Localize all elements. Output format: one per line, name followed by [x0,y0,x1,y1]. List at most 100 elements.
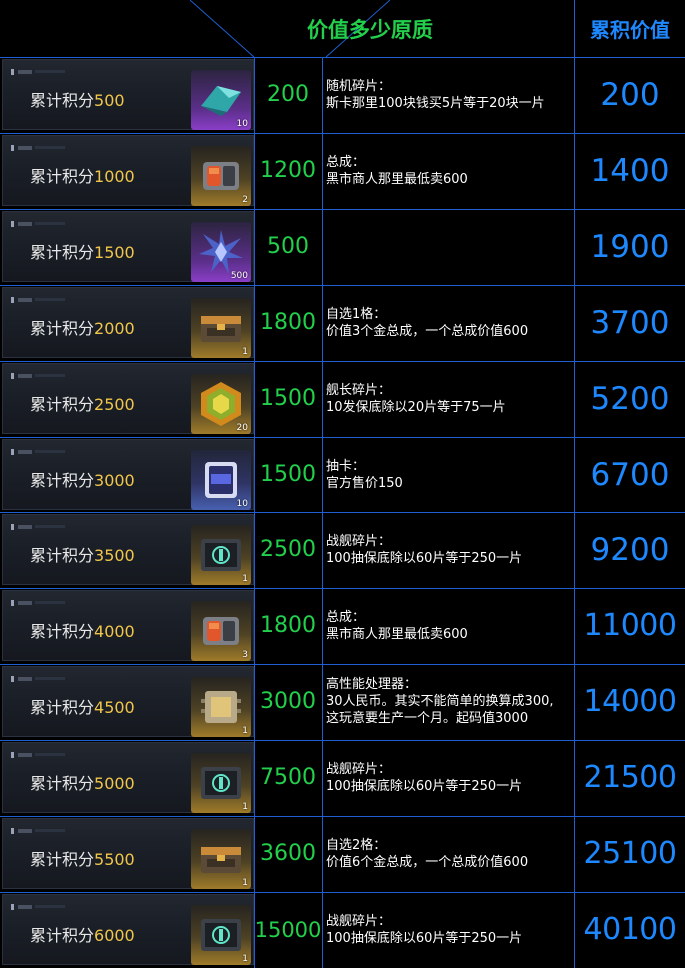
table-row: 累计积分5000 1 7500 战舰碎片： 100抽保底除以60片等于250一片… [0,740,685,815]
tier-marker [11,524,14,530]
reward-item[interactable]: 3 [191,601,251,661]
tier-marker [18,450,32,454]
value-cell: 3000 [260,689,316,714]
reward-tier-panel: 累计积分3500 1 [2,514,254,585]
tier-marker [18,905,32,909]
table-row: 累计积分1000 2 1200 总成： 黑市商人那里最低卖600 1400 [0,133,685,208]
reward-item[interactable]: 10 [191,450,251,510]
tier-points: 3000 [94,471,135,490]
reward-tier-panel: 累计积分4500 1 [2,666,254,737]
tier-label-text: 累计积分 [30,471,95,490]
tier-label: 累计积分1500 [30,239,135,263]
tier-label-text: 累计积分 [30,167,95,186]
note-line: 100抽保底除以60片等于250一片 [326,550,523,566]
tier-marker [11,828,14,834]
reward-tier-panel: 累计积分2000 1 [2,287,254,358]
tier-points: 4500 [94,698,135,717]
row-divider [0,285,685,286]
reward-item[interactable]: 2 [191,146,251,206]
note-cell: 随机碎片： 斯卡那里100块钱买5片等于20块一片 [326,57,574,132]
reward-item[interactable]: 1 [191,298,251,358]
value-cell: 15000 [254,917,322,942]
tier-points: 4000 [94,622,135,641]
tier-label: 累计积分5500 [30,846,135,870]
tier-marker [11,373,14,379]
header-cumulative-title: 累积价值 [575,0,685,57]
item-count: 1 [242,347,248,357]
cumulative-cell: 3700 [590,304,670,341]
tier-marker [11,69,14,75]
item-count: 1 [242,878,248,888]
note-cell: 自选1格： 价值3个金总成，一个总成价值600 [326,285,574,360]
note-title: 总成： [326,154,366,170]
tier-points: 1500 [94,243,135,262]
reward-tier-panel: 累计积分2500 20 [2,363,254,434]
cumulative-cell: 11000 [583,608,677,643]
tier-label-text: 累计积分 [30,622,95,641]
note-line: 10发保底除以20片等于75一片 [326,399,506,415]
tier-label: 累计积分500 [30,87,125,111]
note-cell: 总成： 黑市商人那里最低卖600 [326,588,574,663]
table-row: 累计积分2000 1 1800 自选1格： 价值3个金总成，一个总成价值600 … [0,285,685,360]
reward-item[interactable]: 1 [191,829,251,889]
cumulative-cell: 5200 [590,380,670,417]
reward-item[interactable]: 20 [191,374,251,434]
tier-label: 累计积分3000 [30,467,135,491]
tier-label: 累计积分4000 [30,618,135,642]
tier-points: 5500 [94,850,135,869]
item-count: 10 [236,119,248,129]
note-title: 自选1格： [326,306,387,322]
tier-label-text: 累计积分 [30,546,95,565]
reward-item[interactable]: 500 [191,222,251,282]
reward-tier-panel: 累计积分4000 3 [2,590,254,661]
note-line: 100抽保底除以60片等于250一片 [326,778,523,794]
tier-points: 2000 [94,319,135,338]
tier-marker [11,752,14,758]
value-cell: 500 [267,234,309,259]
reward-item[interactable]: 1 [191,677,251,737]
tier-label: 累计积分6000 [30,922,135,946]
tier-label: 累计积分4500 [30,694,135,718]
note-title: 自选2格： [326,837,387,853]
tier-marker [35,298,65,301]
reward-tier-panel: 累计积分5000 1 [2,742,254,813]
reward-tier-panel: 累计积分1500 500 [2,211,254,282]
cumulative-cell: 6700 [590,456,670,493]
note-cell: 战舰碎片： 100抽保底除以60片等于250一片 [326,892,574,967]
tier-label-text: 累计积分 [30,926,95,945]
tier-label-text: 累计积分 [30,698,95,717]
table-row: 累计积分5500 1 3600 自选2格： 价值6个金总成，一个总成价值600 … [0,816,685,891]
item-count: 500 [230,271,248,281]
value-cell: 200 [267,82,309,107]
reward-item[interactable]: 1 [191,905,251,965]
row-divider [0,816,685,817]
cumulative-cell: 25100 [583,836,677,871]
tier-marker [35,829,65,832]
item-count: 2 [242,195,248,205]
row-divider [0,361,685,362]
note-line: 黑市商人那里最低卖600 [326,626,468,642]
tier-label-text: 累计积分 [30,774,95,793]
reward-item[interactable]: 10 [191,70,251,130]
tier-marker [18,222,32,226]
note-cell: 战舰碎片： 100抽保底除以60片等于250一片 [326,512,574,587]
table-row: 累计积分4500 1 3000 高性能处理器： 30人民币。其实不能简单的换算成… [0,664,685,739]
note-title: 战舰碎片： [326,533,392,549]
tier-marker [35,374,65,377]
note-line: 价值3个金总成，一个总成价值600 [326,323,529,339]
tier-marker [35,450,65,453]
tier-points: 6000 [94,926,135,945]
tier-marker [35,70,65,73]
table-row: 累计积分1500 500 500 1900 [0,209,685,284]
reward-item[interactable]: 1 [191,753,251,813]
value-cell: 2500 [260,537,316,562]
item-count: 3 [242,650,248,660]
reward-item[interactable]: 1 [191,525,251,585]
note-title: 抽卡： [326,458,366,474]
header-value-title: 价值多少原质 [190,0,574,57]
value-cell: 3600 [260,841,316,866]
value-cell: 1800 [260,310,316,335]
tier-points: 1000 [94,167,135,186]
note-line: 官方售价150 [326,475,403,491]
grid-divider [254,57,255,968]
